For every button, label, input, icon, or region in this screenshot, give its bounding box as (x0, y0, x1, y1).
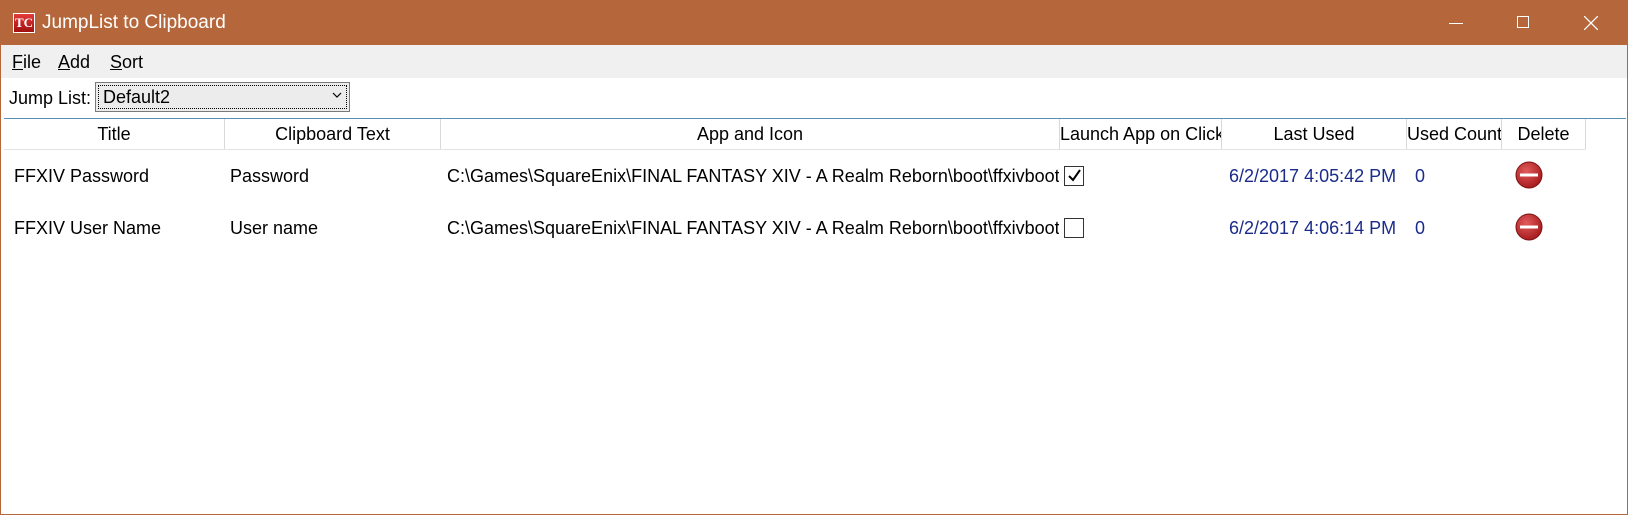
jumplist-toolbar: Jump List: Default2 (1, 78, 1627, 116)
cell-used-count: 0 (1415, 166, 1426, 186)
column-header-launch-app[interactable]: Launch App on Click (1060, 119, 1222, 149)
maximize-button[interactable] (1489, 1, 1557, 45)
cell-clipboard-text[interactable]: User name (230, 202, 435, 254)
cell-used-count: 0 (1415, 218, 1426, 238)
jumplist-grid: Title Clipboard Text App and Icon Launch… (4, 118, 1626, 513)
delete-icon[interactable] (1515, 161, 1543, 189)
delete-icon[interactable] (1515, 213, 1543, 241)
menu-file-label-rest: ile (23, 52, 42, 72)
jumplist-select[interactable]: Default2 (95, 82, 350, 112)
menu-file[interactable]: File (12, 50, 41, 74)
app-icon: TC (13, 13, 35, 33)
menu-sort-label-rest: ort (122, 52, 144, 72)
jumplist-selected-value: Default2 (103, 87, 171, 107)
cell-title[interactable]: FFXIV User Name (14, 202, 219, 254)
minimize-button[interactable] (1421, 1, 1489, 45)
column-header-title[interactable]: Title (4, 119, 225, 149)
menu-file-access-key: F (12, 52, 23, 72)
column-header-last-used[interactable]: Last Used (1222, 119, 1407, 149)
menu-sort-access-key: S (110, 52, 123, 72)
close-icon (1584, 16, 1598, 30)
close-button[interactable] (1557, 1, 1625, 45)
grid-header: Title Clipboard Text App and Icon Launch… (4, 119, 1586, 150)
window-title: JumpList to Clipboard (42, 12, 226, 33)
table-row[interactable]: FFXIV Password Password C:\Games\SquareE… (4, 150, 1586, 202)
jumplist-label: Jump List: (9, 88, 92, 108)
menu-add-label-rest: dd (70, 52, 91, 72)
cell-title[interactable]: FFXIV Password (14, 150, 219, 202)
launch-on-click-checkbox[interactable] (1064, 218, 1084, 238)
check-icon (1068, 169, 1081, 182)
menu-add[interactable]: Add (58, 50, 90, 74)
maximize-icon (1517, 16, 1529, 28)
table-row[interactable]: FFXIV User Name User name C:\Games\Squar… (4, 202, 1586, 254)
title-bar[interactable]: TC JumpList to Clipboard (1, 1, 1627, 45)
column-header-app-and-icon[interactable]: App and Icon (441, 119, 1060, 149)
menu-bar: File Add Sort (1, 45, 1627, 78)
menu-add-access-key: A (58, 52, 71, 72)
column-header-used-count[interactable]: Used Count (1407, 119, 1502, 149)
column-header-clipboard-text[interactable]: Clipboard Text (225, 119, 441, 149)
column-header-delete[interactable]: Delete (1502, 119, 1586, 149)
menu-sort[interactable]: Sort (110, 50, 143, 74)
app-window: TC JumpList to Clipboard File Add Sort J… (0, 0, 1628, 515)
minimize-icon (1449, 23, 1463, 24)
cell-clipboard-text[interactable]: Password (230, 150, 435, 202)
launch-on-click-checkbox[interactable] (1064, 166, 1084, 186)
cell-last-used: 6/2/2017 4:05:42 PM (1229, 166, 1397, 186)
cell-last-used: 6/2/2017 4:06:14 PM (1229, 218, 1397, 238)
chevron-down-icon (332, 92, 342, 98)
cell-app-path[interactable]: C:\Games\SquareEnix\FINAL FANTASY XIV - … (447, 150, 1059, 202)
cell-app-path[interactable]: C:\Games\SquareEnix\FINAL FANTASY XIV - … (447, 202, 1059, 254)
